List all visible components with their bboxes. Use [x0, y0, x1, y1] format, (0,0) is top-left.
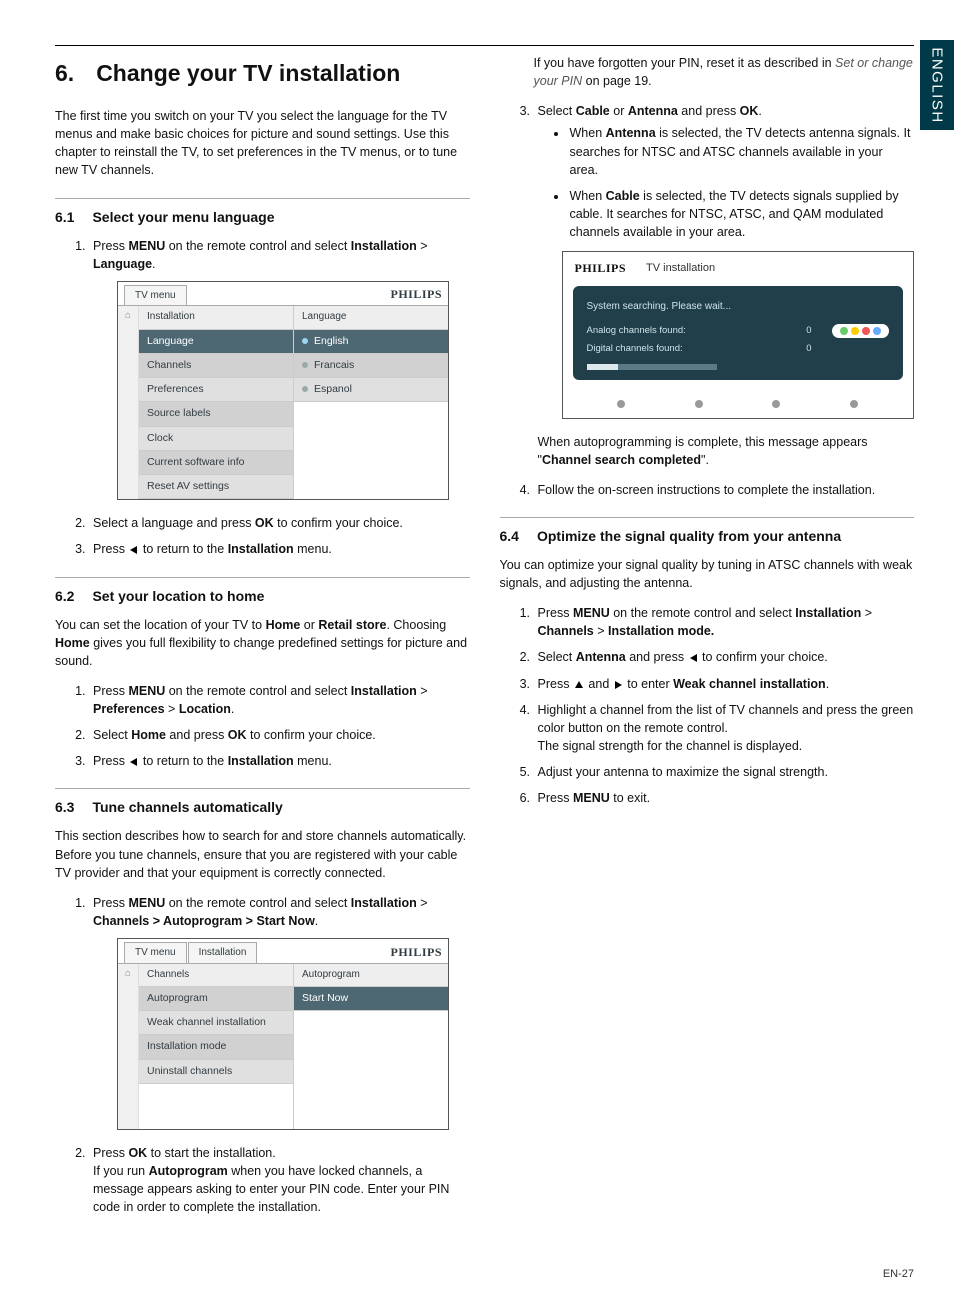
step: Press and to enter Weak channel installa…: [534, 675, 915, 693]
step: Select Cable or Antenna and press OK. Wh…: [534, 102, 915, 469]
left-arrow-icon: [130, 758, 137, 766]
tv-icon: ⌂: [118, 964, 139, 1129]
progress-bar: [587, 364, 718, 370]
right-column: If you have forgotten your PIN, reset it…: [500, 54, 915, 1228]
left-arrow-icon: [690, 654, 697, 662]
step: Press MENU to exit.: [534, 789, 915, 807]
right-arrow-icon: [615, 681, 622, 689]
page-number: EN-27: [55, 1268, 914, 1280]
section-6-1-heading: 6.1Select your menu language: [55, 198, 470, 225]
chapter-heading: 6.Change your TV installation: [55, 60, 470, 87]
completion-note: When autoprogramming is complete, this m…: [538, 433, 915, 469]
section-6-2-intro: You can set the location of your TV to H…: [55, 616, 470, 670]
step: Press to return to the Installation menu…: [89, 540, 470, 558]
bullet: When Antenna is selected, the TV detects…: [568, 124, 915, 178]
step: Highlight a channel from the list of TV …: [534, 701, 915, 755]
up-arrow-icon: [575, 681, 583, 688]
top-rule: [55, 45, 914, 46]
section-6-2-steps: Press MENU on the remote control and sel…: [55, 682, 470, 771]
section-6-2-heading: 6.2Set your location to home: [55, 577, 470, 604]
step: Press to return to the Installation menu…: [89, 752, 470, 770]
step: Select a language and press OK to confir…: [89, 514, 470, 532]
section-6-3-heading: 6.3Tune channels automatically: [55, 788, 470, 815]
tv-icon: ⌂: [118, 306, 139, 499]
bullet: When Cable is selected, the TV detects s…: [568, 187, 915, 241]
step: Press MENU on the remote control and sel…: [89, 894, 470, 1130]
tv-menu-language-screenshot: TV menu PHILIPS ⌂ Installation Language …: [117, 281, 449, 501]
step: Select Antenna and press to confirm your…: [534, 648, 915, 666]
left-arrow-icon: [130, 546, 137, 554]
intro-paragraph: The first time you switch on your TV you…: [55, 107, 470, 180]
step: Follow the on-screen instructions to com…: [534, 481, 915, 499]
color-buttons-icon: [832, 324, 889, 338]
tv-menu-autoprogram-screenshot: TV menu Installation PHILIPS ⌂ Channels …: [117, 938, 449, 1130]
section-6-3-intro: This section describes how to search for…: [55, 827, 470, 881]
section-6-4-intro: You can optimize your signal quality by …: [500, 556, 915, 592]
section-6-4-heading: 6.4Optimize the signal quality from your…: [500, 517, 915, 544]
step: Press MENU on the remote control and sel…: [89, 237, 470, 501]
pin-note: If you have forgotten your PIN, reset it…: [534, 54, 915, 90]
step: Press MENU on the remote control and sel…: [534, 604, 915, 640]
step: Select Home and press OK to confirm your…: [89, 726, 470, 744]
section-6-3-steps: Press MENU on the remote control and sel…: [55, 894, 470, 1216]
section-6-4-steps: Press MENU on the remote control and sel…: [500, 604, 915, 807]
section-6-1-steps: Press MENU on the remote control and sel…: [55, 237, 470, 559]
tv-search-screenshot: PHILIPS TV installation System searching…: [562, 251, 914, 418]
step: Adjust your antenna to maximize the sign…: [534, 763, 915, 781]
section-6-3-steps-continued: Select Cable or Antenna and press OK. Wh…: [500, 102, 915, 499]
step: Press OK to start the installation. If y…: [89, 1144, 470, 1217]
nav-dots: [563, 390, 913, 418]
step: Press MENU on the remote control and sel…: [89, 682, 470, 718]
language-side-tab: ENGLISH: [920, 40, 954, 130]
left-column: 6.Change your TV installation The first …: [55, 54, 470, 1228]
